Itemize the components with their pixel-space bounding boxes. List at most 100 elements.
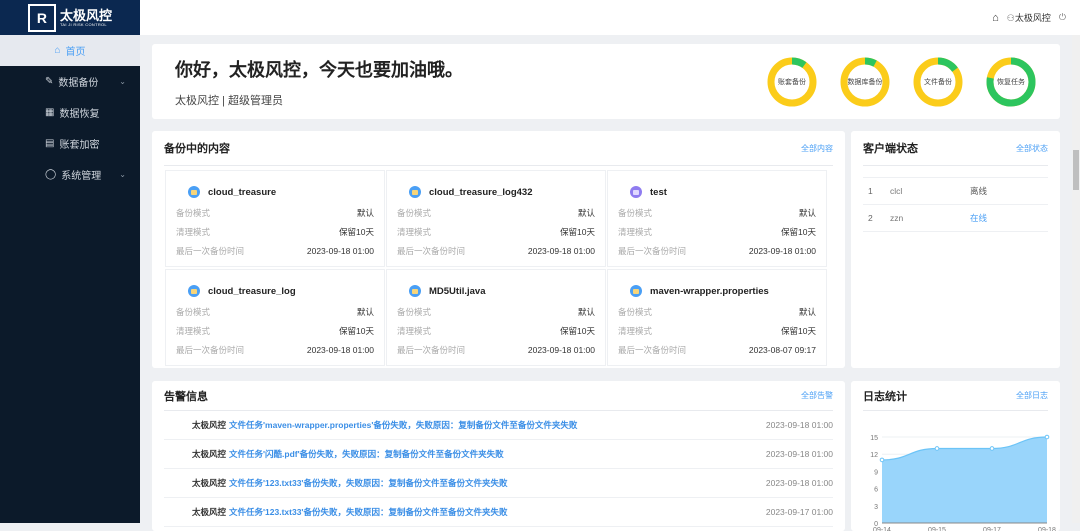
sidebar-item-home[interactable]: ⌂ 首页 — [0, 35, 140, 66]
x-tick-label: 09-14 — [873, 527, 891, 531]
client-status: 离线 — [970, 186, 988, 196]
alert-source: 太极风控 — [192, 507, 227, 517]
all-alerts-link[interactable]: 全部告警 — [801, 390, 833, 401]
section-title: 客户端状态 — [863, 143, 918, 155]
label: 最后一次备份时间 — [176, 344, 245, 355]
check-circle-icon: ◯ — [45, 169, 57, 180]
edit-icon: ✎ — [45, 76, 54, 87]
client-name: clcl — [890, 186, 903, 196]
section-title: 备份中的内容 — [164, 143, 230, 155]
backup-mode: 默认 — [798, 306, 816, 317]
x-tick-label: 09-18 — [1038, 527, 1056, 531]
backup-item[interactable]: cloud_treasure 备份模式 默认 清理模式 保留10天 最后一次备份时间… — [165, 170, 385, 267]
power-icon[interactable]: ⏻ — [1059, 12, 1066, 23]
clean-mode: 保留10天 — [560, 325, 595, 336]
sidebar-item-system[interactable]: ◯ 系统管理 ⌄ — [0, 159, 140, 190]
donut-label: 恢复任务 — [997, 79, 1025, 86]
row-number: 1 — [868, 186, 873, 196]
alert-row[interactable]: 太极风控 文件任务'闪酷.pdf'备份失败，失败原因：复制备份文件至备份文件夹失败… — [164, 440, 833, 469]
last-backup-time: 2023-09-18 01:00 — [748, 245, 816, 256]
sidebar-item-label: 数据备份 — [58, 78, 99, 89]
backup-mode: 默认 — [577, 306, 595, 317]
x-tick-label: 09-15 — [928, 527, 946, 531]
donut-label: 文件备份 — [924, 79, 952, 86]
last-backup-time: 2023-08-07 09:17 — [748, 344, 816, 355]
clean-mode: 保留10天 — [560, 226, 595, 237]
client-status: 在线 — [970, 213, 988, 223]
alerts-card: 告警信息 全部告警 太极风控 文件任务'maven-wrapper.properti… — [152, 381, 845, 531]
item-name: cloud_treasure — [208, 186, 277, 198]
all-content-link[interactable]: 全部内容 — [801, 143, 833, 154]
data-point[interactable] — [934, 446, 940, 451]
data-point[interactable] — [1044, 434, 1050, 440]
backup-item[interactable]: maven-wrapper.properties 备份模式 默认 清理模式 保留10… — [607, 269, 827, 366]
database-icon — [188, 186, 200, 198]
section-title: 告警信息 — [164, 390, 208, 403]
logo[interactable]: R 太极风控 TAI JI RISK CONTROL — [0, 0, 140, 35]
item-name: cloud_treasure_log432 — [429, 186, 533, 198]
label: 清理模式 — [397, 226, 432, 237]
item-name: MD5Util.java — [429, 285, 486, 297]
item-name: maven-wrapper.properties — [650, 285, 769, 297]
donut-label: 账套备份 — [778, 79, 806, 86]
alert-message[interactable]: 文件任务'123.txt33'备份失败，失败原因：复制备份文件至备份文件夹失败 — [229, 478, 507, 488]
y-tick-label: 3 — [874, 504, 878, 511]
label: 清理模式 — [618, 325, 653, 336]
logo-sub: TAI JI RISK CONTROL — [59, 21, 107, 27]
sidebar-item-label: 账套加密 — [59, 140, 100, 151]
database-icon — [409, 186, 421, 198]
scrollbar-thumb[interactable] — [1073, 150, 1079, 190]
alert-row[interactable]: 太极风控 文件任务'maven-wrapper.properties'备份失败，失… — [164, 411, 833, 440]
all-logs-link[interactable]: 全部日志 — [1016, 390, 1048, 401]
log-chart: 0369121509-14 09-15 09-17 09-18 — [870, 434, 1056, 531]
backup-item[interactable]: MD5Util.java 备份模式 默认 清理模式 保留10天 最后一次备份时间 20… — [386, 269, 606, 366]
label: 最后一次备份时间 — [397, 245, 466, 256]
label: 备份模式 — [176, 306, 211, 317]
data-point[interactable] — [879, 457, 885, 463]
all-status-link[interactable]: 全部状态 — [1016, 143, 1048, 154]
scrollbar[interactable] — [1072, 35, 1080, 523]
donut-label: 数据库备份 — [847, 79, 883, 86]
label: 最后一次备份时间 — [618, 344, 687, 355]
alert-message[interactable]: 文件任务'maven-wrapper.properties'备份失败，失败原因：… — [229, 420, 577, 430]
donut-3: 恢复任务 — [985, 56, 1037, 108]
item-name: cloud_treasure_log — [208, 285, 296, 297]
data-point[interactable] — [989, 446, 995, 451]
home-icon[interactable]: ⌂ — [992, 12, 999, 24]
alert-message[interactable]: 文件任务'123.txt33'备份失败，失败原因：复制备份文件至备份文件夹失败 — [229, 507, 507, 517]
sidebar-item-label: 数据恢复 — [59, 109, 100, 120]
section-title: 日志统计 — [863, 390, 907, 403]
backup-item[interactable]: cloud_treasure_log 备份模式 默认 清理模式 保留10天 最后一次… — [165, 269, 385, 366]
database-icon — [630, 186, 642, 198]
label: 备份模式 — [397, 207, 432, 218]
label: 备份模式 — [176, 207, 211, 218]
label: 最后一次备份时间 — [618, 245, 687, 256]
greeting: 你好，太极风控，今天也要加油哦。 — [175, 60, 463, 80]
table-row: 1 clcl 离线 — [863, 178, 1048, 205]
sidebar-item-label: 系统管理 — [61, 171, 102, 182]
label: 最后一次备份时间 — [397, 344, 466, 355]
y-tick-label: 9 — [874, 469, 878, 476]
alert-source: 太极风控 — [192, 420, 227, 430]
alert-message[interactable]: 文件任务'闪酷.pdf'备份失败，失败原因：复制备份文件至备份文件夹失败 — [229, 449, 504, 459]
donut-2: 文件备份 — [912, 56, 964, 108]
sidebar-item-data-restore[interactable]: ▦ 数据恢复 — [0, 97, 140, 128]
backup-item[interactable]: cloud_treasure_log432 备份模式 默认 清理模式 保留10天 最… — [386, 170, 606, 267]
alert-source: 太极风控 — [192, 449, 227, 459]
backup-card: 备份中的内容 全部内容 cloud_treasure 备份模式 默认 清理模式 保留1… — [152, 131, 845, 368]
user-menu[interactable]: ⚇太极风控 — [1007, 11, 1051, 24]
label: 清理模式 — [176, 325, 211, 336]
backup-item[interactable]: test 备份模式 默认 清理模式 保留10天 最后一次备份时间 2023-09-18… — [607, 170, 827, 267]
donut-0: 账套备份 — [766, 56, 818, 108]
chevron-down-icon: ⌄ — [119, 170, 126, 179]
label: 清理模式 — [176, 226, 211, 237]
table-row: 2 zzn 在线 — [863, 205, 1048, 232]
sidebar-item-data-backup[interactable]: ✎ 数据备份 ⌄ — [0, 66, 140, 97]
alert-row[interactable]: 太极风控 文件任务'123.txt33'备份失败，失败原因：复制备份文件至备份文件… — [164, 469, 833, 498]
row-number: 2 — [868, 213, 873, 223]
backup-mode: 默认 — [356, 306, 374, 317]
sidebar-item-encryption[interactable]: ▤ 账套加密 — [0, 128, 140, 159]
label: 清理模式 — [397, 325, 432, 336]
alert-time: 2023-09-18 01:00 — [765, 420, 833, 430]
y-tick-label: 12 — [870, 452, 878, 459]
